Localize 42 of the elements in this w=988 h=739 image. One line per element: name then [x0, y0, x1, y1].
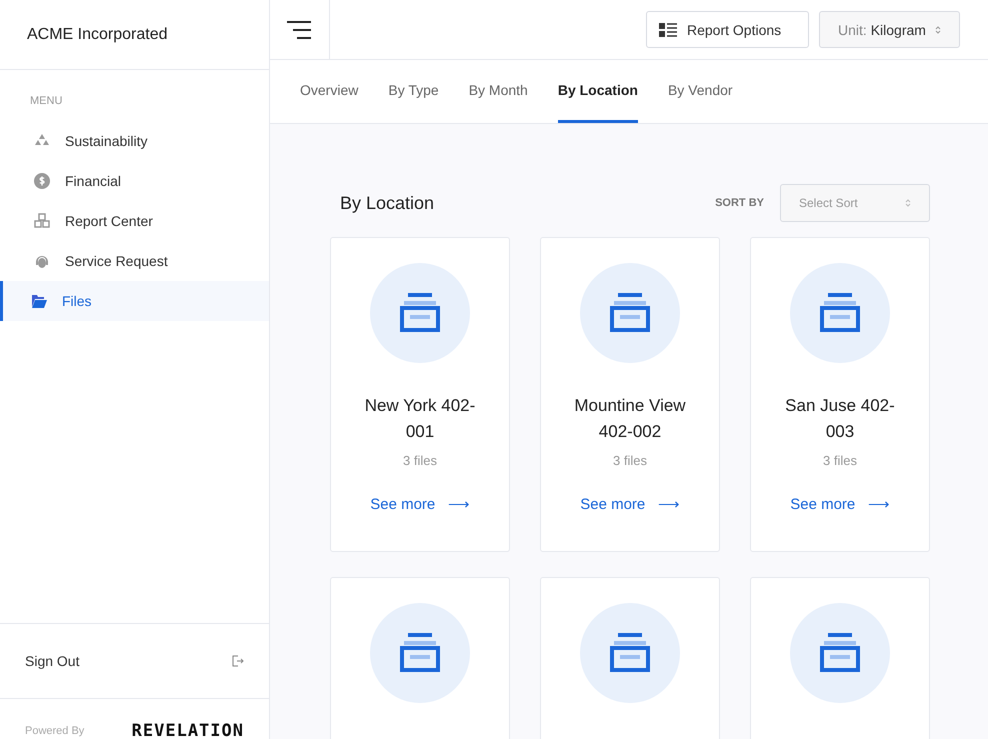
sign-out-icon [232, 655, 244, 667]
folder-icon [31, 293, 47, 309]
location-name: San Juse 402-003 [784, 395, 896, 443]
see-more-link[interactable]: See more ⟶ [580, 495, 680, 513]
sidebar-item[interactable]: Report Center [0, 201, 269, 241]
sidebar-item[interactable]: Files [0, 281, 269, 321]
report-options-button[interactable]: Report Options [646, 11, 809, 48]
location-name: Mountine View 402-002 [573, 395, 687, 443]
archive-icon [370, 263, 470, 363]
sidebar-item[interactable]: Financial [0, 161, 269, 201]
tab[interactable]: By Vendor [668, 60, 733, 123]
file-count: 3 files [823, 453, 857, 468]
list-icon [659, 22, 677, 38]
tab[interactable]: By Type [388, 60, 439, 123]
see-more-link[interactable]: See more ⟶ [790, 495, 890, 513]
sidebar-item[interactable]: Sustainability [0, 121, 269, 161]
see-more-link[interactable]: See more ⟶ [370, 495, 470, 513]
menu-heading: MENU [29, 95, 64, 107]
tab[interactable]: By Location [558, 60, 638, 123]
archive-icon [790, 603, 890, 703]
archive-icon [790, 263, 890, 363]
archive-icon [580, 603, 680, 703]
sort-caret-icon [935, 24, 941, 34]
sidebar-item[interactable]: Service Request [0, 241, 269, 281]
file-count: 3 files [613, 453, 647, 468]
file-count: 3 files [403, 453, 437, 468]
sort-caret-icon [905, 198, 911, 208]
brand-name: ACME Incorporated [0, 0, 269, 70]
boxes-icon [34, 213, 50, 229]
archive-icon [580, 263, 680, 363]
tab[interactable]: By Month [468, 60, 528, 123]
revelation-logo: REVELATION [132, 721, 244, 739]
location-name: New York 402-001 [364, 395, 476, 443]
tab[interactable]: Overview [300, 60, 358, 123]
archive-icon [370, 603, 470, 703]
sign-out-link[interactable]: Sign Out [0, 623, 269, 699]
dollar-icon [34, 173, 50, 189]
unit-select[interactable]: Unit: Kilogram [819, 11, 960, 48]
section-title: By Location [340, 192, 434, 214]
powered-by-label: Powered By [25, 725, 84, 737]
sort-by-label: SORT BY [715, 197, 764, 209]
headset-icon [34, 253, 50, 269]
